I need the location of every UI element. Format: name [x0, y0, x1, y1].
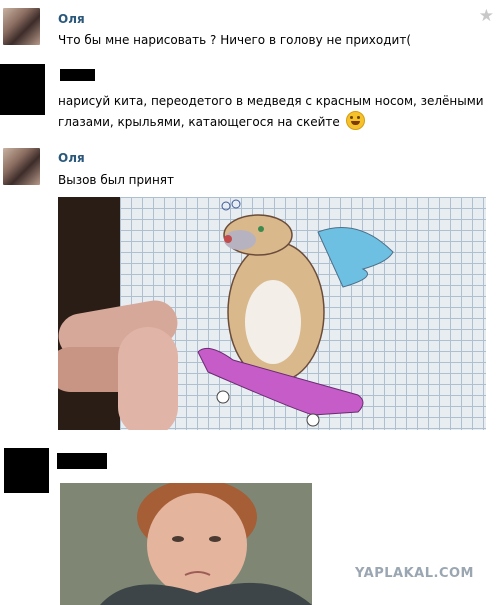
avatar-hidden[interactable]	[0, 64, 45, 115]
message-1: Оля Что бы мне нарисовать ? Ничего в гол…	[0, 0, 500, 60]
wing	[317, 227, 394, 288]
wheel	[306, 413, 320, 427]
message-text: Что бы мне нарисовать ? Ничего в голову …	[58, 33, 412, 47]
bubble	[231, 199, 241, 209]
drawing-sketch	[197, 199, 394, 427]
eye	[172, 536, 184, 542]
message-text-line-1: нарисуй кита, переодетого в медведя с кр…	[58, 94, 484, 108]
nose	[224, 235, 232, 243]
attached-drawing-photo[interactable]	[58, 197, 486, 430]
attached-photo[interactable]	[60, 483, 312, 605]
author-name[interactable]: Оля	[58, 151, 85, 165]
eye	[209, 536, 221, 542]
avatar-olya[interactable]	[3, 8, 40, 45]
message-text-line-2-text: глазами, крыльями, катающегося на скейте	[58, 115, 340, 129]
author-name-hidden	[57, 453, 107, 469]
boy-photo	[60, 483, 312, 605]
message-text-line-2: глазами, крыльями, катающегося на скейте	[58, 111, 365, 131]
author-name[interactable]: Оля	[58, 12, 85, 26]
message-2: нарисуй кита, переодетого в медведя с кр…	[0, 60, 500, 145]
eye	[258, 226, 264, 232]
star-icon[interactable]: ★	[479, 6, 494, 26]
bubble	[221, 201, 231, 211]
message-text: Вызов был принят	[58, 173, 174, 187]
author-name-hidden	[60, 69, 95, 81]
belly	[245, 280, 301, 364]
face	[147, 493, 247, 597]
wheel	[216, 390, 230, 404]
avatar-olya[interactable]	[3, 148, 40, 185]
smiley-emoji-icon	[345, 111, 365, 130]
watermark: YAPLAKAL.COM	[355, 566, 474, 581]
avatar-hidden[interactable]	[4, 448, 49, 493]
